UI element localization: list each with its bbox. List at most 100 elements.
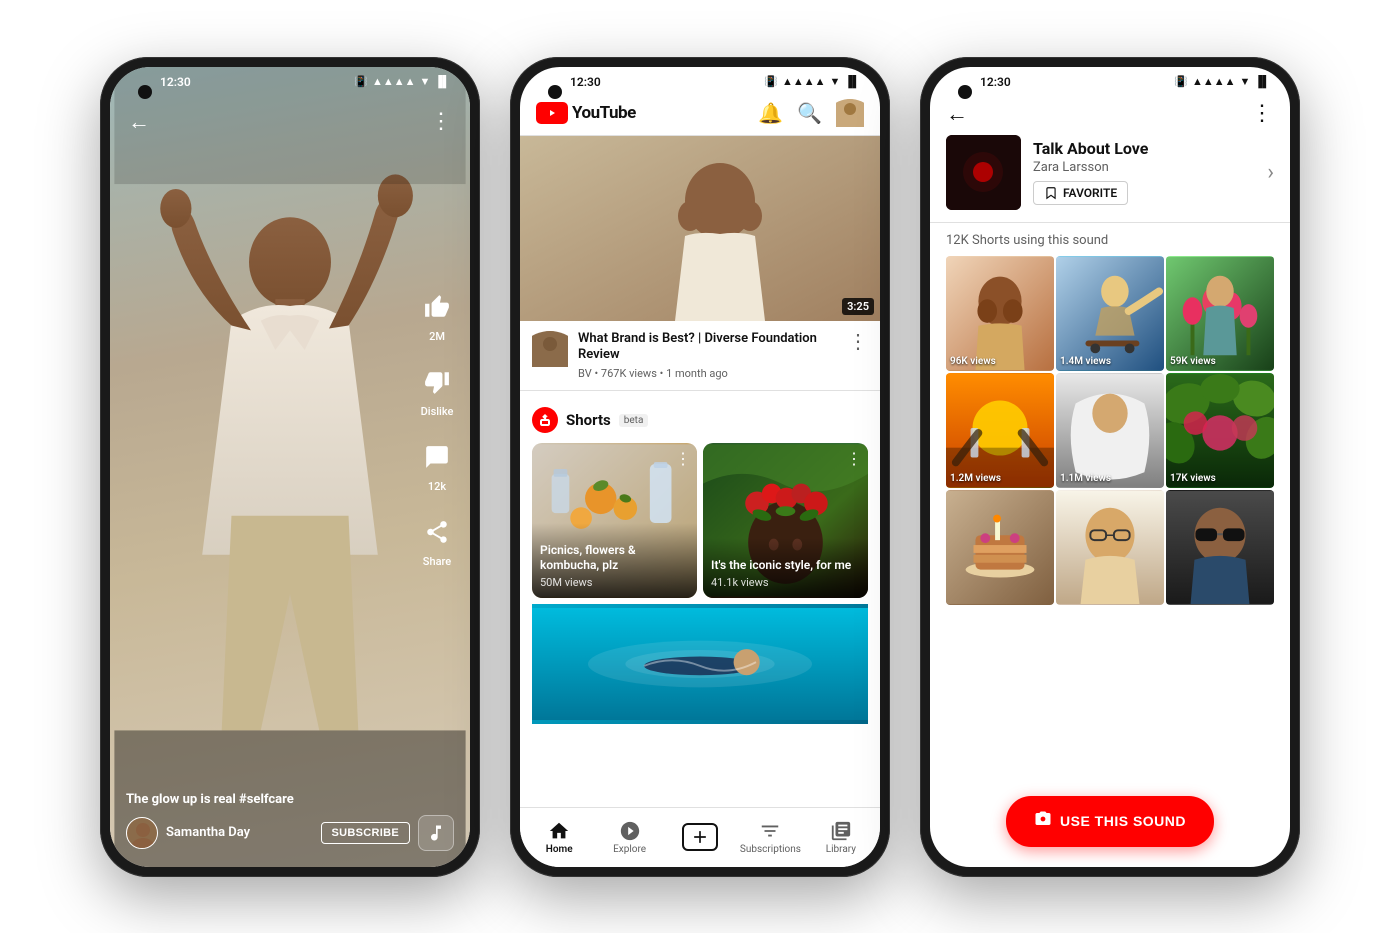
phone-3: 12:30 📳 ▲▲▲▲ ▼ ▐▌ ← ⋮ <box>920 57 1300 877</box>
wifi-icon-3: ▼ <box>1240 75 1251 88</box>
camera-icon <box>1034 810 1052 833</box>
sound-video-2[interactable]: 1.4M views <box>1056 256 1164 371</box>
share-button[interactable]: Share <box>416 511 458 568</box>
nav-home-label: Home <box>546 844 573 855</box>
more-options-icon[interactable]: ⋮ <box>430 109 452 134</box>
battery-icon-3: ▐▌ <box>1254 75 1270 88</box>
wifi-icon-2: ▼ <box>830 75 841 88</box>
short-card-2[interactable]: ⋮ It's the iconic style, for me 41.1k vi… <box>703 443 868 598</box>
nav-subscriptions[interactable]: Subscriptions <box>735 820 805 855</box>
status-icons-phone1: 📳 ▲▲▲▲ ▼ ▐▌ <box>354 75 450 88</box>
music-button[interactable] <box>418 815 454 851</box>
sound-video-5[interactable]: 1.1M views <box>1056 373 1164 488</box>
comment-icon <box>416 436 458 478</box>
sound-info-card: Talk About Love Zara Larsson FAVORITE › <box>930 135 1290 223</box>
vibrate-icon: 📳 <box>354 75 368 88</box>
comment-button[interactable]: 12k <box>416 436 458 493</box>
thumbs-down-icon <box>416 361 458 403</box>
status-icons-phone2: 📳 ▲▲▲▲ ▼ ▐▌ <box>764 75 860 88</box>
sound-count: 12K Shorts using this sound <box>930 223 1290 256</box>
like-count: 2M <box>429 330 445 343</box>
sv-views-1: 96K views <box>950 356 996 367</box>
youtube-wordmark: YouTube <box>572 103 636 123</box>
bell-icon[interactable]: 🔔 <box>758 101 783 125</box>
signal-icon: ▲▲▲▲ <box>372 75 416 88</box>
video-card: 3:25 What Brand is Best? | Diverse Found… <box>520 136 880 391</box>
battery-icon-2: ▐▌ <box>844 75 860 88</box>
status-bar-phone3: 12:30 📳 ▲▲▲▲ ▼ ▐▌ <box>930 67 1290 93</box>
phone-camera-3 <box>958 85 972 99</box>
short-views-2: 41.1k views <box>711 576 860 590</box>
share-icon <box>416 511 458 553</box>
nav-library[interactable]: Library <box>806 820 876 855</box>
back-button[interactable]: ← <box>946 101 968 127</box>
shorts-logo <box>532 407 558 433</box>
shorts-caption: The glow up is real #selfcare <box>126 792 400 807</box>
video-age: 1 month ago <box>666 367 728 380</box>
sound-video-4[interactable]: 1.2M views <box>946 373 1054 488</box>
youtube-header: YouTube 🔔 🔍 <box>520 93 880 136</box>
sound-video-8[interactable] <box>1056 490 1164 605</box>
short-views-1: 50M views <box>540 576 689 590</box>
short-caption-1: Picnics, flowers & kombucha, plz 50M vie… <box>532 523 697 598</box>
short-thumb-2: ⋮ It's the iconic style, for me 41.1k vi… <box>703 443 868 598</box>
youtube-scroll-content[interactable]: 3:25 What Brand is Best? | Diverse Found… <box>520 136 880 867</box>
short-card-1[interactable]: ⋮ Picnics, flowers & kombucha, plz 50M v… <box>532 443 697 598</box>
sound-video-6[interactable]: 17K views <box>1166 373 1274 488</box>
creator-avatar <box>126 817 158 849</box>
vibrate-icon-3: 📳 <box>1174 75 1188 88</box>
next-video-thumbnail[interactable] <box>532 604 868 724</box>
sound-video-9[interactable] <box>1166 490 1274 605</box>
sound-art-bg <box>946 135 1021 210</box>
signal-icon-3: ▲▲▲▲ <box>1192 75 1236 88</box>
sound-artwork <box>946 135 1021 210</box>
short-caption-2: It's the iconic style, for me 41.1k view… <box>703 538 868 598</box>
shorts-top-controls: ← ⋮ <box>128 109 452 135</box>
shorts-section-header: Shorts beta <box>532 407 868 433</box>
more-options-button[interactable]: ⋮ <box>1251 101 1274 126</box>
short-more-icon-1[interactable]: ⋮ <box>675 449 691 468</box>
sound-video-7[interactable] <box>946 490 1054 605</box>
video-subtitle: BV • 767K views • 1 month ago <box>578 367 838 380</box>
divider <box>520 390 880 391</box>
search-icon[interactable]: 🔍 <box>797 101 822 125</box>
channel-name: BV <box>578 367 592 380</box>
sound-video-3[interactable]: 59K views <box>1166 256 1274 371</box>
nav-home[interactable]: Home <box>524 820 594 855</box>
sound-next-arrow[interactable]: › <box>1267 160 1274 185</box>
sv-views-5: 1.1M views <box>1060 473 1111 484</box>
sv-views-3: 59K views <box>1170 356 1216 367</box>
create-button[interactable] <box>682 823 718 851</box>
share-label: Share <box>423 555 451 568</box>
video-more-icon[interactable]: ⋮ <box>848 329 868 353</box>
phone-camera-2 <box>548 85 562 99</box>
comment-count: 12k <box>428 480 446 493</box>
user-avatar[interactable] <box>836 99 864 127</box>
shorts-beta-badge: beta <box>619 414 649 427</box>
back-arrow-icon[interactable]: ← <box>128 109 150 135</box>
nav-library-label: Library <box>826 844 856 855</box>
sound-artist: Zara Larsson <box>1033 160 1255 175</box>
video-thumbnail[interactable]: 3:25 <box>520 136 880 321</box>
shorts-section-title: Shorts <box>566 411 611 429</box>
use-this-sound-button[interactable]: USE THIS SOUND <box>1006 796 1214 847</box>
favorite-button[interactable]: FAVORITE <box>1033 181 1128 205</box>
subscribe-button[interactable]: SUBSCRIBE <box>321 822 411 844</box>
phone-2: 12:30 📳 ▲▲▲▲ ▼ ▐▌ YouTube 🔔 🔍 <box>510 57 890 877</box>
shorts-grid: ⋮ Picnics, flowers & kombucha, plz 50M v… <box>532 443 868 598</box>
sv-views-2: 1.4M views <box>1060 356 1111 367</box>
dislike-label: Dislike <box>421 405 454 418</box>
dislike-button[interactable]: Dislike <box>416 361 458 418</box>
sv-views-4: 1.2M views <box>950 473 1001 484</box>
nav-explore[interactable]: Explore <box>594 820 664 855</box>
video-meta: What Brand is Best? | Diverse Foundation… <box>578 331 838 381</box>
short-more-icon-2[interactable]: ⋮ <box>846 449 862 468</box>
like-button[interactable]: 2M <box>416 286 458 343</box>
favorite-label: FAVORITE <box>1063 186 1117 200</box>
status-bar-phone1: 12:30 📳 ▲▲▲▲ ▼ ▐▌ <box>110 67 470 93</box>
youtube-logo: YouTube <box>536 102 636 124</box>
nav-create[interactable] <box>665 823 735 851</box>
shorts-creator-bar: Samantha Day SUBSCRIBE <box>126 815 454 851</box>
sound-title: Talk About Love <box>1033 139 1255 158</box>
sound-video-1[interactable]: 96K views <box>946 256 1054 371</box>
